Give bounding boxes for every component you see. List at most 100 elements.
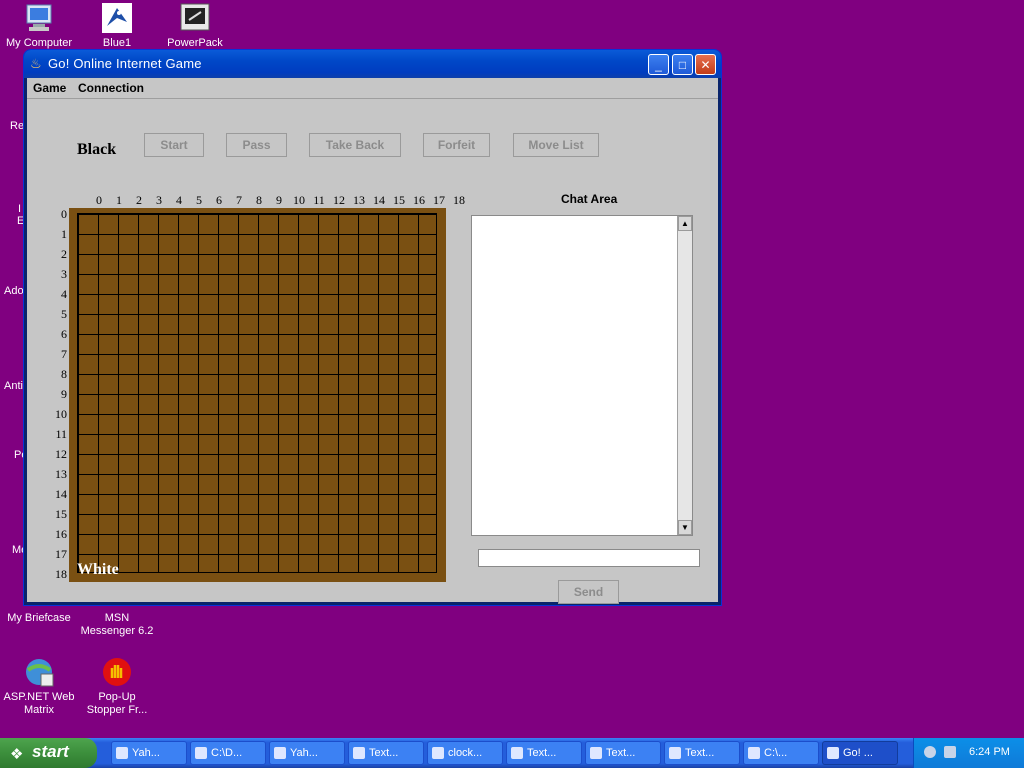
row-label: 14 (55, 487, 67, 501)
row-label: 10 (55, 407, 67, 421)
taskbar-item[interactable]: clock... (427, 741, 503, 765)
web-matrix-icon (23, 656, 55, 688)
popup-stopper-icon (101, 656, 133, 688)
desktop-icon-label: MSN Messenger 6.2 (80, 612, 154, 637)
taskbar-item[interactable]: C:\... (743, 741, 819, 765)
chat-message-input[interactable] (478, 549, 700, 567)
taskbar-item[interactable]: C:\D... (190, 741, 266, 765)
desktop-icon-powerpack[interactable]: PowerPack (156, 2, 234, 50)
column-label: 3 (156, 193, 162, 207)
white-player-label: White (77, 561, 119, 578)
column-label: 2 (136, 193, 142, 207)
app-icon (274, 747, 286, 759)
desktop-icon-popup-stopper[interactable]: Pop-Up Stopper Fr... (78, 656, 156, 717)
maximize-button[interactable]: □ (672, 54, 693, 75)
row-label: 0 (61, 207, 67, 221)
window-titlebar[interactable]: ♨ Go! Online Internet Game _ □ ✕ (24, 50, 721, 78)
pass-button[interactable]: Pass (226, 133, 287, 157)
chat-display[interactable]: ▲ ▼ (471, 215, 693, 536)
column-label: 12 (333, 193, 345, 207)
text-icon (511, 747, 523, 759)
take-back-button[interactable]: Take Back (309, 133, 401, 157)
menu-bar: Game Connection (27, 78, 718, 99)
row-label: 2 (61, 247, 67, 261)
row-label: 15 (55, 507, 67, 521)
taskbar-item-label: Text... (606, 747, 636, 759)
text-icon (669, 747, 681, 759)
row-label: 16 (55, 527, 67, 541)
taskbar-item-active[interactable]: Go! ... (822, 741, 898, 765)
taskbar-item[interactable]: Yah... (111, 741, 187, 765)
minimize-button[interactable]: _ (648, 54, 669, 75)
blue-bird-icon (101, 2, 133, 34)
desktop-icon-my-computer[interactable]: My Computer (0, 2, 78, 50)
desktop-partial-label: Re (10, 120, 25, 132)
row-label: 8 (61, 367, 67, 381)
scroll-up-button[interactable]: ▲ (678, 216, 692, 231)
column-label: 14 (373, 193, 385, 207)
menu-connection[interactable]: Connection (78, 81, 144, 95)
scroll-down-button[interactable]: ▼ (678, 520, 692, 535)
column-label: 9 (276, 193, 282, 207)
column-label: 15 (393, 193, 405, 207)
column-label: 10 (293, 193, 305, 207)
close-button[interactable]: ✕ (695, 54, 716, 75)
start-button-taskbar[interactable]: ❖ start (0, 738, 97, 768)
desktop-icon-my-briefcase[interactable]: My Briefcase (0, 612, 78, 625)
row-label: 9 (61, 387, 67, 401)
desktop-icon-msn-messenger[interactable]: MSN Messenger 6.2 (78, 612, 156, 638)
column-label: 16 (413, 193, 425, 207)
powerpack-icon (179, 2, 211, 34)
desktop-icon-label: Blue1 (102, 37, 132, 49)
system-tray: 6:24 PM (913, 738, 1024, 768)
windows-flag-icon: ❖ (10, 746, 24, 763)
taskbar-item-label: clock... (448, 747, 483, 759)
column-label: 18 (453, 193, 465, 207)
forfeit-button[interactable]: Forfeit (423, 133, 490, 157)
row-label: 3 (61, 267, 67, 281)
row-label: 18 (55, 567, 67, 581)
column-label: 1 (116, 193, 122, 207)
taskbar-item[interactable]: Text... (664, 741, 740, 765)
desktop-icon-blue1[interactable]: Blue1 (78, 2, 156, 50)
taskbar-item-label: Yah... (132, 747, 160, 759)
column-label: 6 (216, 193, 222, 207)
clock-icon (432, 747, 444, 759)
java-cup-icon: ♨ (30, 56, 42, 71)
black-player-label: Black (77, 141, 117, 158)
chat-scrollbar[interactable]: ▲ ▼ (677, 216, 692, 535)
taskbar-item[interactable]: Text... (348, 741, 424, 765)
row-label: 4 (61, 287, 67, 301)
chat-area-title: Chat Area (561, 192, 618, 206)
row-label: 13 (55, 467, 67, 481)
move-list-button[interactable]: Move List (513, 133, 599, 157)
tray-app-icon[interactable] (944, 746, 956, 758)
go-game-window: ♨ Go! Online Internet Game _ □ ✕ Game Co… (24, 50, 721, 605)
column-label: 8 (256, 193, 262, 207)
computer-icon (23, 2, 55, 34)
window-client-area: Game Connection Start Pass Take Back For… (27, 78, 718, 604)
taskbar-item[interactable]: Text... (506, 741, 582, 765)
start-label: start (32, 742, 69, 761)
desktop-icon-asp-net-web-matrix[interactable]: ASP.NET Web Matrix (0, 656, 78, 717)
taskbar-item[interactable]: Yah... (269, 741, 345, 765)
desktop-icon-label: Pop-Up Stopper Fr... (86, 691, 148, 716)
console-icon (748, 747, 760, 759)
start-button[interactable]: Start (144, 133, 204, 157)
row-label: 7 (61, 347, 67, 361)
desktop-partial-label: I (18, 203, 22, 215)
tray-clock[interactable]: 6:24 PM (969, 746, 1010, 758)
app-icon (116, 747, 128, 759)
go-board-grid[interactable] (77, 213, 437, 573)
desktop-partial-label: Ado (4, 285, 24, 297)
send-button[interactable]: Send (558, 580, 619, 604)
row-label: 11 (55, 427, 67, 441)
taskbar-item-label: Text... (527, 747, 557, 759)
taskbar-item-label: C:\... (764, 747, 788, 759)
text-icon (353, 747, 365, 759)
taskbar-item-label: Text... (369, 747, 399, 759)
column-label: 0 (96, 193, 102, 207)
network-icon[interactable] (924, 746, 936, 758)
taskbar-item[interactable]: Text... (585, 741, 661, 765)
menu-game[interactable]: Game (33, 81, 66, 95)
